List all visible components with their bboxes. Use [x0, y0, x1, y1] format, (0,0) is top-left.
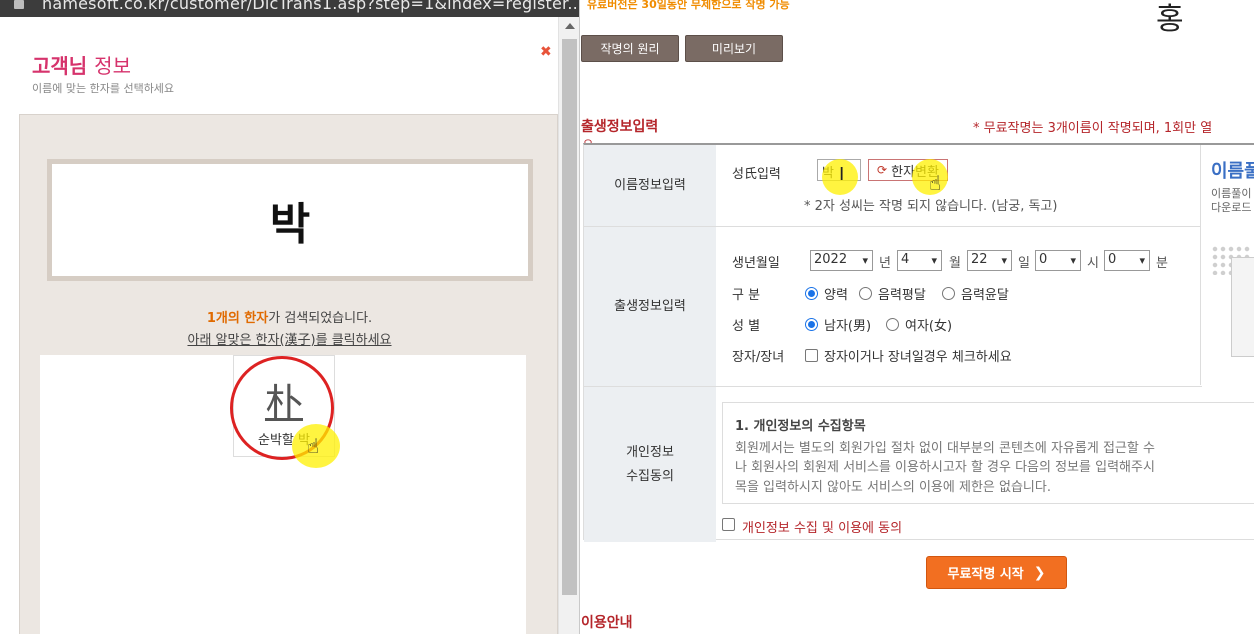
site-logo: 홍 [1156, 2, 1184, 37]
privacy-label-line1: 개인정보 [626, 445, 674, 461]
popup-subtitle: 이름에 맞는 한자를 선택하세요 [32, 82, 175, 95]
hand-cursor-icon: ☝ [307, 434, 320, 458]
eldest-text: 장자이거나 장녀일경우 체크하세요 [824, 350, 1012, 365]
month-unit: 월 [949, 256, 961, 271]
popup-title: 고객님 정보 [32, 50, 131, 79]
privacy-heading: 1. 개인정보의 수집항목 [735, 419, 866, 434]
preview-button[interactable]: 미리보기 [685, 35, 783, 62]
free-naming-note: * 무료작명는 3개이름이 작명되며, 1회만 열 [973, 121, 1213, 136]
selected-name: 박 [269, 199, 311, 250]
solar-radio[interactable] [805, 287, 818, 300]
hour-unit: 시 [1087, 256, 1099, 271]
privacy-agree-label: 개인정보 수집 및 이용에 동의 [742, 521, 903, 536]
female-radio[interactable] [886, 318, 899, 331]
ad-line-2: 다운로드 [1211, 201, 1252, 214]
chevron-down-icon: ▾ [1001, 254, 1007, 267]
hand-cursor-icon: ☝ [929, 171, 942, 195]
address-bar[interactable]: namesoft.co.kr/customer/DicTrans1.asp?st… [0, 0, 580, 17]
name-info-row: 이름정보입력 성氏입력 박 ⟳ 한자변환 * 2자 성씨는 작명 되지 않습니다… [584, 145, 1202, 227]
start-button-label: 무료작명 시작 [947, 567, 1024, 582]
year-select[interactable]: 2022 ▾ [810, 250, 873, 271]
lock-icon [14, 0, 24, 9]
minute-unit: 분 [1156, 256, 1168, 271]
ad-document-image [1231, 257, 1254, 357]
lunar-leap-radio[interactable] [942, 287, 955, 300]
lunar-normal-radio[interactable] [859, 287, 872, 300]
search-result-suffix: 가 검색되었습니다. [268, 311, 373, 326]
hour-select[interactable]: 0 ▾ [1035, 250, 1081, 271]
chevron-down-icon: ▾ [862, 254, 868, 267]
chevron-down-icon: ▾ [1070, 254, 1076, 267]
birth-date-label: 생년월일 [732, 256, 780, 271]
search-result-count: 1개의 한자 [206, 311, 269, 326]
close-icon[interactable]: ✖ [540, 44, 552, 60]
gender-label: 성 별 [732, 319, 761, 334]
search-result-text: 1개의 한자가 검색되었습니다. [20, 307, 559, 326]
day-unit: 일 [1018, 256, 1030, 271]
usage-guide-title: 이용안내 [581, 615, 633, 631]
convert-icon: ⟳ [877, 163, 888, 177]
birth-info-row: 출생정보입력 생년월일 2022▾ 년 4▾ 월 22▾ 일 0▾ 시 [584, 227, 1202, 387]
chevron-down-icon: ▾ [1139, 254, 1145, 267]
chevron-right-icon: ❯ [1033, 564, 1046, 581]
address-url: namesoft.co.kr/customer/DicTrans1.asp?st… [42, 0, 580, 13]
day-value: 22 [971, 252, 988, 267]
privacy-row: 개인정보 수집동의 1. 개인정보의 수집항목 회원께서는 별도의 회원가입 절… [584, 387, 1254, 542]
ad-heading: 이름풀 [1211, 161, 1254, 182]
privacy-line-1: 회원께서는 별도의 회원가입 절차 없이 대부분의 콘텐츠에 자유롭게 접근할 … [735, 440, 1155, 456]
text-cursor-icon: I [839, 164, 845, 185]
promo-text: 유료버전은 30일동안 무제한으로 작명 가능 [587, 0, 790, 11]
popup-title-part1: 고객님 [32, 54, 88, 78]
name-info-label: 이름정보입력 [584, 145, 716, 226]
section-title: 출생정보입력 [581, 119, 659, 135]
privacy-line-2: 나 회원사의 회원제 서비스를 이용하시고자 할 경우 다음의 정보를 입력해주… [735, 460, 1155, 475]
privacy-agree-checkbox[interactable] [722, 518, 735, 531]
privacy-line-3: 목을 입력하시지 않아도 서비스의 이용에 제한은 없습니다. [735, 479, 1051, 495]
lunar-normal-label: 음력평달 [878, 288, 926, 303]
screen: namesoft.co.kr/customer/DicTrans1.asp?st… [0, 0, 1254, 634]
eldest-label: 장자/장녀 [732, 350, 785, 365]
lunar-leap-label: 음력윤달 [961, 288, 1009, 303]
chevron-down-icon: ▾ [931, 254, 937, 267]
month-value: 4 [901, 252, 910, 267]
year-value: 2022 [814, 252, 848, 267]
popup-title-part2: 정보 [94, 54, 131, 78]
privacy-label-line2: 수집동의 [626, 468, 674, 484]
free-naming-start-button[interactable]: 무료작명 시작 ❯ [926, 556, 1067, 589]
side-advertisement[interactable]: 이름풀 이름풀이 다운로드 [1200, 145, 1254, 385]
female-label: 여자(女) [905, 319, 953, 334]
instruction-text: 아래 알맞은 한자(漢子)를 클릭하세요 [187, 333, 392, 348]
hour-value: 0 [1039, 252, 1048, 267]
month-select[interactable]: 4 ▾ [897, 250, 942, 271]
birth-info-label: 출생정보입력 [584, 227, 716, 386]
popup-scrollbar[interactable] [558, 17, 579, 634]
privacy-label: 개인정보 수집동의 [584, 387, 716, 542]
male-radio[interactable] [805, 318, 818, 331]
scroll-thumb[interactable] [562, 39, 577, 595]
day-select[interactable]: 22 ▾ [967, 250, 1012, 271]
minute-select[interactable]: 0 ▾ [1104, 250, 1150, 271]
scroll-up-arrow-icon[interactable] [565, 23, 575, 29]
year-unit: 년 [879, 256, 891, 271]
eldest-checkbox[interactable] [805, 349, 818, 362]
surname-note: * 2자 성씨는 작명 되지 않습니다. (남궁, 독고) [804, 199, 1058, 214]
minute-value: 0 [1108, 252, 1117, 267]
calendar-label: 구 분 [732, 288, 761, 303]
selected-name-box: 박 [47, 159, 533, 281]
solar-label: 양력 [824, 288, 848, 303]
main-page: 유료버전은 30일동안 무제한으로 작명 가능 홍 작명의 원리 미리보기 출생… [581, 0, 1254, 634]
hanja-popup-window: namesoft.co.kr/customer/DicTrans1.asp?st… [0, 0, 580, 634]
birth-info-form: 이름정보입력 성氏입력 박 ⟳ 한자변환 * 2자 성씨는 작명 되지 않습니다… [583, 143, 1254, 542]
privacy-terms-box[interactable]: 1. 개인정보의 수집항목 회원께서는 별도의 회원가입 절차 없이 대부분의 … [722, 402, 1254, 504]
naming-principle-button[interactable]: 작명의 원리 [581, 35, 679, 62]
surname-label: 성氏입력 [732, 167, 781, 182]
male-label: 남자(男) [824, 319, 872, 334]
